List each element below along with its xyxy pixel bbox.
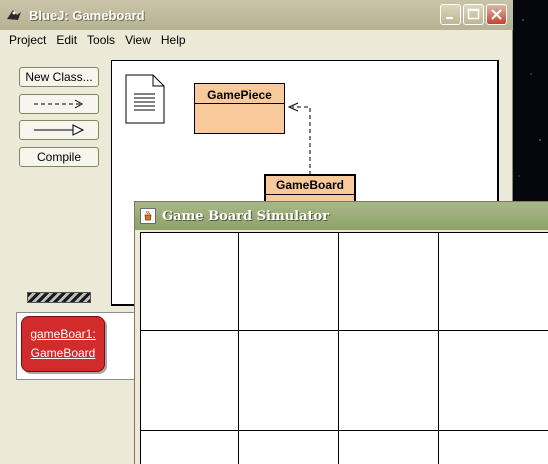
menu-help[interactable]: Help [156,33,191,47]
compile-button[interactable]: Compile [19,147,99,167]
bluej-bird-icon [5,7,23,23]
class-name-gamepiece: GamePiece [207,88,272,102]
class-gamepiece[interactable]: GamePiece [194,83,285,134]
inheritance-arrow-button[interactable] [19,120,99,140]
menu-edit[interactable]: Edit [51,33,82,47]
menu-bar: Project Edit Tools View Help [0,30,512,49]
object-instance-gameboar1[interactable]: gameBoar1: GameBoard [21,316,105,372]
class-gameboard[interactable]: GameBoard [264,174,356,204]
simulator-window-title: Game Board Simulator [162,208,330,224]
menu-project[interactable]: Project [4,33,51,47]
menu-view[interactable]: View [120,33,156,47]
readme-document-icon[interactable] [125,74,165,124]
simulator-window: Game Board Simulator [134,201,548,464]
progress-indicator [27,292,91,303]
uses-arrow-button[interactable] [19,94,99,114]
menu-tools[interactable]: Tools [82,33,120,47]
object-instance-name: gameBoar1: [30,327,96,341]
minimize-icon[interactable] [440,4,461,25]
inheritance-arrow-icon [34,124,85,136]
close-icon[interactable] [486,4,507,25]
class-name-gameboard: GameBoard [275,178,345,192]
uses-dependency-arrow [287,102,311,175]
new-class-button[interactable]: New Class... [19,67,99,87]
bluej-window-title: BlueJ: Gameboard [29,7,145,23]
bluej-titlebar[interactable]: BlueJ: Gameboard [0,0,513,30]
object-instance-type: GameBoard [30,346,96,360]
maximize-icon[interactable] [463,4,484,25]
java-cup-icon [140,208,156,224]
game-board-grid[interactable] [140,232,548,464]
uses-arrow-icon [34,99,84,109]
simulator-titlebar[interactable]: Game Board Simulator [135,202,548,230]
